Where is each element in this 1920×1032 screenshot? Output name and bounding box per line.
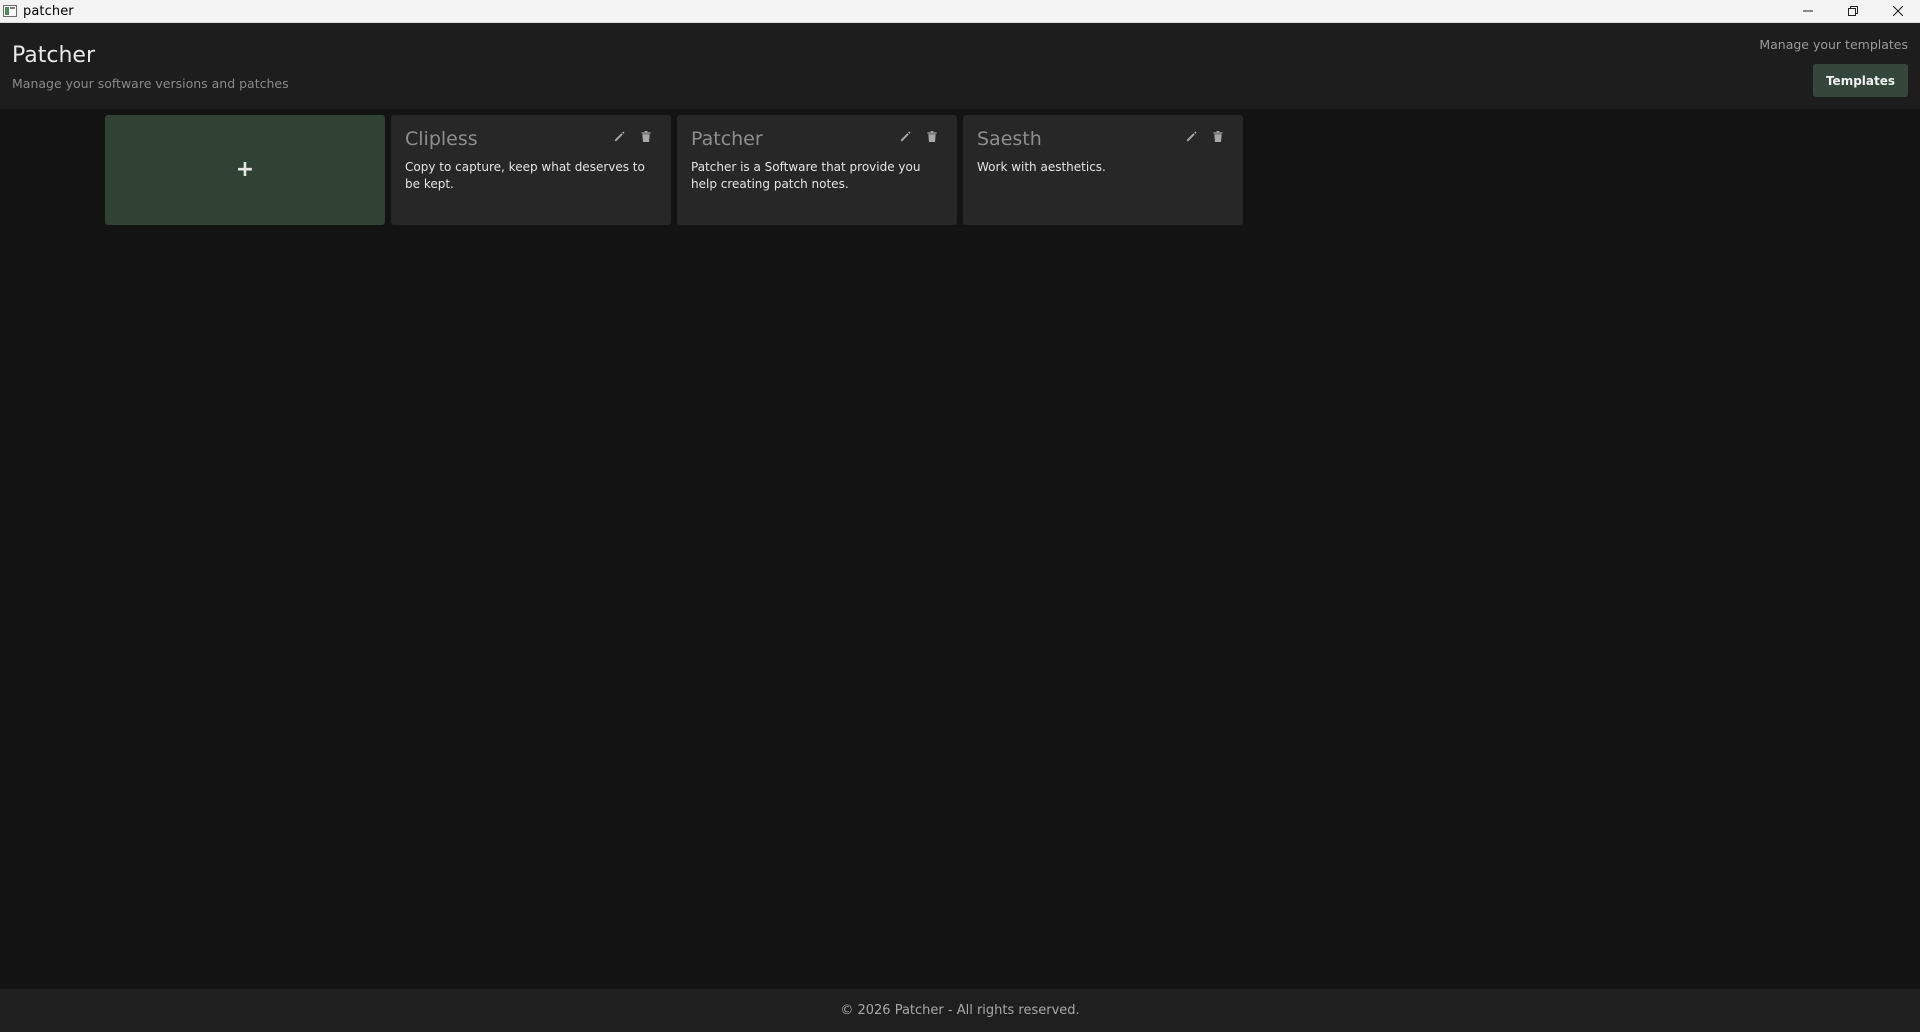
window-controls — [1785, 0, 1920, 22]
app-icon — [3, 5, 17, 17]
templates-button[interactable]: Templates — [1813, 64, 1908, 97]
plus-icon: + — [235, 157, 255, 182]
minimize-icon[interactable] — [1785, 0, 1830, 22]
project-card[interactable]: Saesth Work with aesthetics. — [963, 115, 1243, 225]
project-card[interactable]: Patcher Patcher is a Software that provi… — [677, 115, 957, 225]
trash-icon[interactable] — [1211, 129, 1225, 143]
project-name: Saesth — [977, 128, 1042, 150]
app-header: Patcher Manage your software versions an… — [0, 23, 1920, 109]
trash-icon[interactable] — [639, 129, 653, 143]
project-description: Patcher is a Software that provide you h… — [691, 160, 921, 191]
project-name: Patcher — [691, 128, 763, 150]
project-card[interactable]: Clipless Copy to capture, keep what dese… — [391, 115, 671, 225]
project-name: Clipless — [405, 128, 478, 150]
restore-icon[interactable] — [1830, 0, 1875, 22]
copyright-text: © 2026 Patcher - All rights reserved. — [840, 1003, 1080, 1018]
page-subtitle: Manage your software versions and patche… — [12, 76, 289, 91]
window-titlebar: patcher — [0, 0, 1920, 23]
card-actions — [898, 129, 939, 143]
templates-hint: Manage your templates — [1759, 37, 1908, 52]
edit-icon[interactable] — [898, 129, 912, 143]
add-project-card[interactable]: + — [105, 115, 385, 225]
edit-icon[interactable] — [612, 129, 626, 143]
footer: © 2026 Patcher - All rights reserved. — [0, 989, 1920, 1032]
trash-icon[interactable] — [925, 129, 939, 143]
close-icon[interactable] — [1875, 0, 1920, 22]
page-title: Patcher — [12, 43, 96, 68]
card-actions — [1184, 129, 1225, 143]
project-card-grid: + Clipless Copy to capture, keep what de… — [105, 115, 1243, 225]
window-title: patcher — [23, 3, 74, 19]
project-description: Work with aesthetics. — [977, 160, 1106, 174]
project-description: Copy to capture, keep what deserves to b… — [405, 160, 645, 191]
card-actions — [612, 129, 653, 143]
edit-icon[interactable] — [1184, 129, 1198, 143]
